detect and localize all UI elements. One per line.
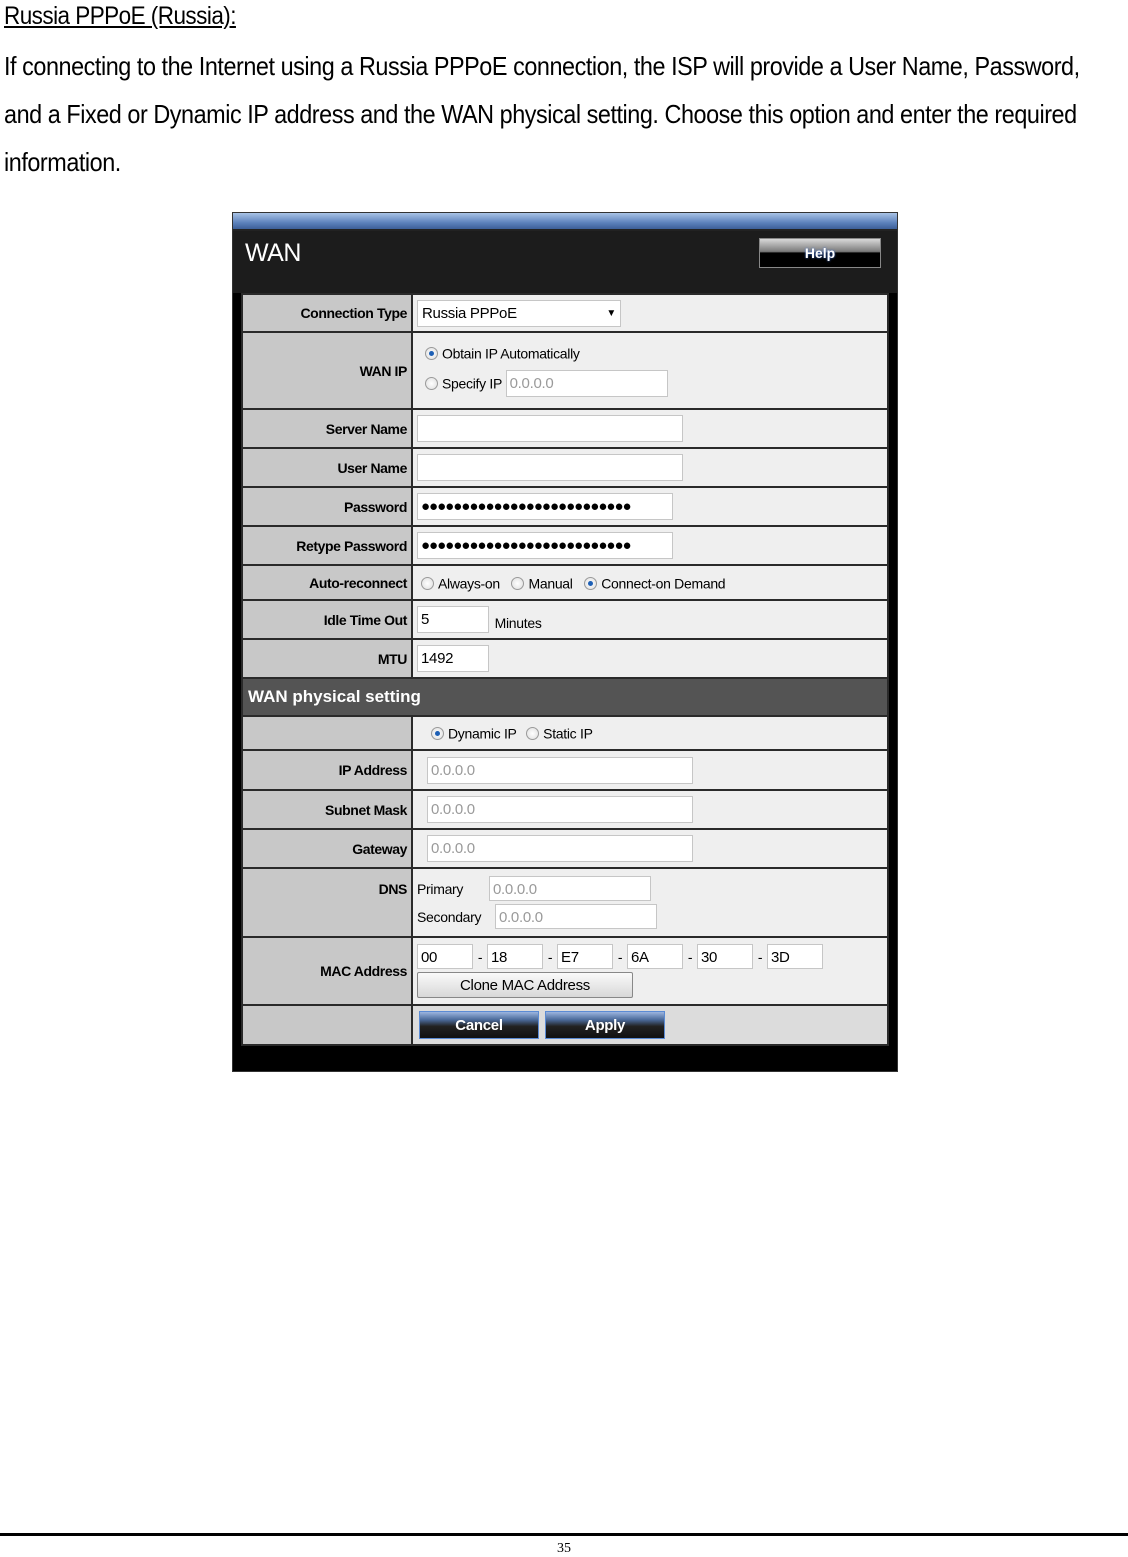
wan-physical-section-title: WAN physical setting xyxy=(241,677,889,717)
wan-ip-label: WAN IP xyxy=(241,331,413,410)
mac-separator: - xyxy=(757,948,763,965)
ip-address-label: IP Address xyxy=(241,749,413,791)
section-description: If connecting to the Internet using a Ru… xyxy=(4,51,1080,177)
user-name-input[interactable] xyxy=(417,454,683,481)
page-title: WAN xyxy=(245,239,301,267)
row-subnet-mask: Subnet Mask 0.0.0.0 xyxy=(241,789,889,830)
mac-separator: - xyxy=(477,948,483,965)
row-retype-password: Retype Password ●●●●●●●●●●●●●●●●●●●●●●●●… xyxy=(241,525,889,566)
dns-label: DNS xyxy=(241,867,413,938)
row-password: Password ●●●●●●●●●●●●●●●●●●●●●●●●●● xyxy=(241,486,889,527)
section-heading: Russia PPPoE (Russia): xyxy=(4,2,237,30)
row-mtu: MTU 1492 xyxy=(241,638,889,679)
dynamic-ip-label: Dynamic IP xyxy=(448,725,517,742)
row-ip-address: IP Address 0.0.0.0 xyxy=(241,749,889,791)
subnet-mask-input[interactable]: 0.0.0.0 xyxy=(427,796,693,823)
connection-type-value: Russia PPPoE xyxy=(422,304,517,322)
static-ip-label: Static IP xyxy=(543,725,593,742)
retype-password-label: Retype Password xyxy=(241,525,413,566)
server-name-label: Server Name xyxy=(241,408,413,449)
dynamic-ip-radio[interactable] xyxy=(431,727,444,741)
auto-reconnect-label: Auto-reconnect xyxy=(241,564,413,601)
row-idle-time-out: Idle Time Out 5 Minutes xyxy=(241,599,889,640)
obtain-ip-radio[interactable] xyxy=(425,347,438,361)
mtu-input[interactable]: 1492 xyxy=(417,645,489,672)
help-button[interactable]: Help xyxy=(759,238,881,268)
mac-octet-4-input[interactable]: 6A xyxy=(627,944,683,969)
mac-separator: - xyxy=(617,948,623,965)
row-mac-address: MAC Address 00-18- E7-6A -30-3D Clone MAC … xyxy=(241,936,889,1006)
gateway-input[interactable]: 0.0.0.0 xyxy=(427,835,693,862)
row-user-name: User Name xyxy=(241,447,889,488)
specify-ip-label: Specify IP xyxy=(442,375,503,392)
password-input[interactable]: ●●●●●●●●●●●●●●●●●●●●●●●●●● xyxy=(417,493,673,520)
idle-time-out-label: Idle Time Out xyxy=(241,599,413,640)
specify-ip-input[interactable]: 0.0.0.0 xyxy=(505,369,668,397)
manual-label: Manual xyxy=(528,575,573,592)
wan-physical-section-header: WAN physical setting xyxy=(241,677,889,717)
dns-primary-label: Primary xyxy=(417,880,464,897)
mtu-label: MTU xyxy=(241,638,413,679)
mac-octet-1-input[interactable]: 00 xyxy=(417,944,473,969)
apply-button[interactable]: Apply xyxy=(545,1011,665,1039)
mac-separator: - xyxy=(687,948,693,965)
mac-octet-6-input[interactable]: 3D xyxy=(767,944,823,969)
row-connection-type: Connection Type Russia PPPoE ▼ xyxy=(241,293,889,333)
connection-type-select[interactable]: Russia PPPoE ▼ xyxy=(417,299,621,327)
retype-password-input[interactable]: ●●●●●●●●●●●●●●●●●●●●●●●●●● xyxy=(417,532,673,559)
always-on-label: Always-on xyxy=(438,575,500,592)
dns-secondary-input[interactable]: 0.0.0.0 xyxy=(495,904,657,929)
row-server-name: Server Name xyxy=(241,408,889,449)
row-gateway: Gateway 0.0.0.0 xyxy=(241,828,889,869)
obtain-ip-label: Obtain IP Automatically xyxy=(442,345,580,362)
cancel-button[interactable]: Cancel xyxy=(419,1011,539,1039)
user-name-label: User Name xyxy=(241,447,413,488)
server-name-input[interactable] xyxy=(417,415,683,442)
password-label: Password xyxy=(241,486,413,527)
page-number: 35 xyxy=(557,1541,571,1556)
ip-address-input[interactable]: 0.0.0.0 xyxy=(427,756,693,784)
connect-on-demand-radio[interactable] xyxy=(584,576,598,590)
static-ip-radio[interactable] xyxy=(526,727,540,741)
panel-top-bar xyxy=(233,213,897,231)
connect-on-demand-label: Connect-on Demand xyxy=(601,575,726,592)
wan-form: Connection Type Russia PPPoE ▼ WAN IP Ob… xyxy=(241,293,889,1046)
row-wan-ip: WAN IP Obtain IP Automatically Specify I… xyxy=(241,331,889,410)
physical-mode-label xyxy=(241,715,413,751)
mac-octet-5-input[interactable]: 30 xyxy=(697,944,753,969)
row-dns: DNS Primary 0.0.0.0 Secondary 0.0.0.0 xyxy=(241,867,889,938)
always-on-radio[interactable] xyxy=(421,576,434,590)
clone-mac-address-button[interactable]: Clone MAC Address xyxy=(417,972,633,998)
gateway-label: Gateway xyxy=(241,828,413,869)
mac-address-label: MAC Address xyxy=(241,936,413,1006)
mac-octet-3-input[interactable]: E7 xyxy=(557,944,613,969)
specify-ip-radio[interactable] xyxy=(425,376,438,390)
chevron-down-icon: ▼ xyxy=(606,307,616,319)
row-auto-reconnect: Auto-reconnect Always-on Manual Connect-… xyxy=(241,564,889,601)
footer-rule xyxy=(0,1533,1128,1536)
mac-octet-2-input[interactable]: 18 xyxy=(487,944,543,969)
wan-settings-panel: WAN Help Connection Type Russia PPPoE ▼ … xyxy=(232,212,898,1072)
actions-label-cell xyxy=(241,1004,413,1046)
row-physical-mode: Dynamic IP Static IP xyxy=(241,715,889,751)
mac-separator: - xyxy=(547,948,553,965)
manual-radio[interactable] xyxy=(511,576,525,590)
dns-primary-input[interactable]: 0.0.0.0 xyxy=(489,876,651,901)
connection-type-label: Connection Type xyxy=(241,293,413,333)
row-actions: Cancel Apply xyxy=(241,1004,889,1046)
subnet-mask-label: Subnet Mask xyxy=(241,789,413,830)
idle-time-out-input[interactable]: 5 xyxy=(417,606,489,633)
dns-secondary-label: Secondary xyxy=(417,908,482,925)
idle-time-out-unit: Minutes xyxy=(494,614,542,631)
panel-header: WAN Help xyxy=(233,231,897,293)
